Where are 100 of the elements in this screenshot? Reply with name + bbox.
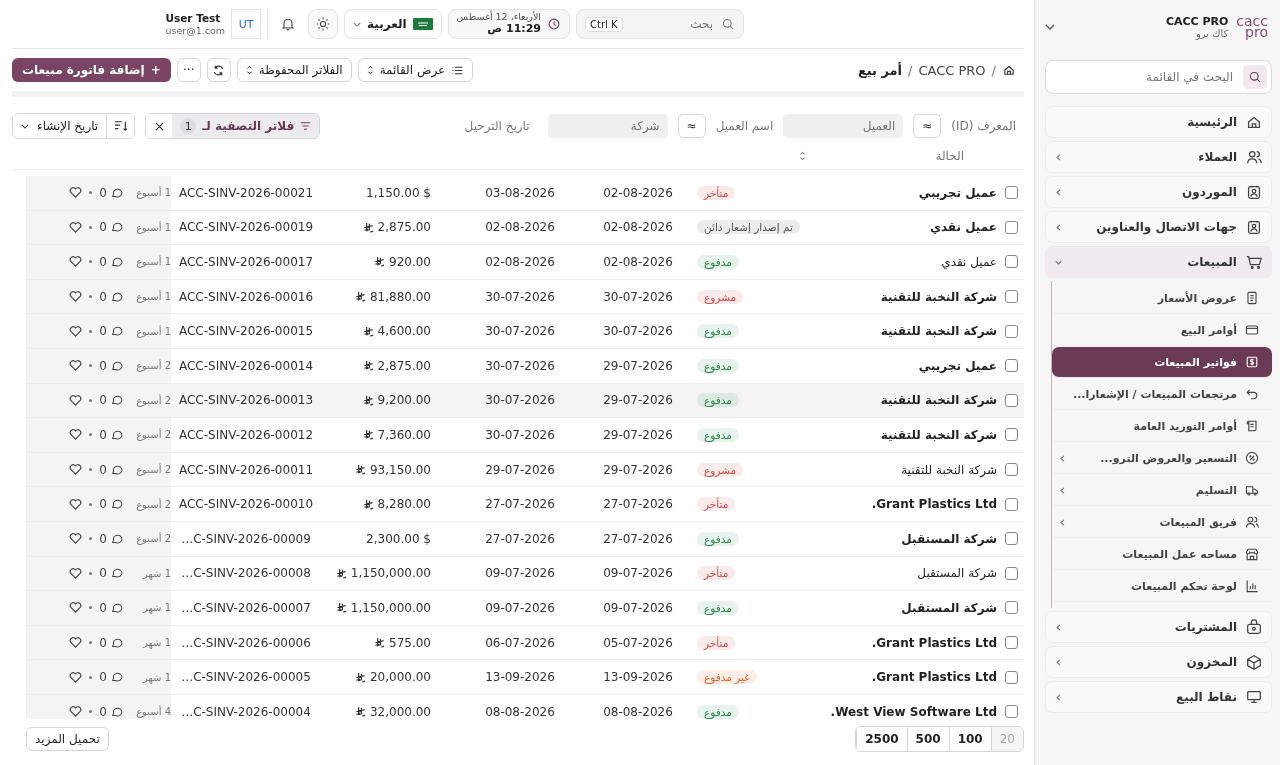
language-selector[interactable]: العربية	[344, 9, 442, 39]
invoice-id-cell[interactable]: ACC-SINV-2026-00012	[171, 427, 321, 442]
row-checkbox[interactable]	[1005, 393, 1018, 407]
invoice-id-cell[interactable]: C-SINV-2026-00006…	[171, 635, 321, 650]
sort-arrows-icon[interactable]	[798, 151, 806, 161]
sidebar-item[interactable]: المبيعات	[1045, 246, 1272, 278]
submenu-item[interactable]: أوامر التوريد العامة	[1052, 411, 1272, 442]
row-checkbox[interactable]	[1005, 463, 1018, 477]
invoice-id-cell[interactable]: ACC-SINV-2026-00014	[171, 358, 321, 373]
heart-icon[interactable]	[69, 186, 83, 200]
sidebar-item[interactable]: نقاط البيع	[1045, 681, 1272, 713]
heart-icon[interactable]	[69, 601, 83, 615]
more-button[interactable]: ···	[176, 58, 201, 82]
customer-filter-field[interactable]: العميل	[783, 114, 904, 138]
sidebar-item[interactable]: الرئيسية	[1045, 106, 1272, 138]
operator-button[interactable]: ≈	[677, 114, 706, 138]
company-filter-field[interactable]: شركة	[547, 114, 668, 138]
customer-name: Grant Plastics Ltd.	[870, 670, 997, 685]
saved-filters-button[interactable]: الفلاتر المحفوظة	[236, 58, 352, 82]
submenu-item[interactable]: مساحه عمل المبيعات	[1052, 539, 1272, 570]
invoice-id-cell[interactable]: ACC-SINV-2026-00017	[171, 255, 321, 269]
sidebar-item[interactable]: المشتريات	[1045, 611, 1272, 643]
invoice-id-cell[interactable]: ACC-SINV-2026-00011	[171, 462, 321, 477]
row-checkbox[interactable]	[1005, 636, 1018, 649]
box-icon	[1245, 653, 1263, 671]
bell-icon[interactable]	[280, 16, 296, 32]
heart-icon[interactable]	[69, 705, 83, 719]
heart-icon[interactable]	[69, 670, 83, 684]
invoice-id-cell[interactable]: C-SINV-2026-00007…	[171, 600, 321, 615]
comment-icon	[111, 705, 123, 718]
row-checkbox[interactable]	[1005, 566, 1018, 580]
invoice-id-cell[interactable]: ACC-SINV-2026-00021	[171, 185, 321, 200]
invoice-id-cell[interactable]: C-SINV-2026-00004…	[171, 704, 321, 719]
age-cell: 1 شهر	[142, 602, 171, 614]
submenu-item[interactable]: فواتير المبيعات	[1052, 347, 1272, 378]
row-checkbox[interactable]	[1005, 255, 1018, 269]
row-checkbox[interactable]	[1005, 186, 1018, 200]
date-cell-text: 27-07-2026	[484, 531, 556, 546]
submenu-item[interactable]: أوامر البيع	[1052, 315, 1272, 346]
heart-icon[interactable]	[69, 359, 83, 373]
submenu-item[interactable]: عروض الأسعار	[1052, 283, 1272, 314]
submenu-item[interactable]: التسليم	[1052, 475, 1272, 506]
user-avatar[interactable]: UT	[231, 9, 261, 39]
heart-icon[interactable]	[69, 428, 83, 442]
date-cell-text: 30-07-2026	[484, 289, 556, 304]
invoice-id-cell[interactable]: ACC-SINV-2026-00015	[171, 324, 321, 339]
search-input[interactable]: بحث	[628, 11, 715, 37]
menu-search-input[interactable]: البحث في القائمة	[1050, 62, 1235, 92]
invoice-id-cell[interactable]: ACC-SINV-2026-00013	[171, 393, 321, 408]
row-checkbox[interactable]	[1005, 359, 1018, 373]
invoice-id-cell[interactable]: ACC-SINV-2026-00016	[171, 289, 321, 304]
sidebar-item[interactable]: جهات الاتصال والعناوين	[1045, 211, 1272, 243]
theme-toggle-button[interactable]	[308, 9, 338, 39]
status-badge: مدفوع	[697, 358, 739, 373]
breadcrumb-item[interactable]: CACC PRO	[918, 62, 986, 78]
submenu-item[interactable]: فريق المبيعات	[1052, 507, 1272, 538]
row-checkbox[interactable]	[1005, 532, 1018, 546]
operator-button[interactable]: ≈	[913, 114, 942, 138]
row-checkbox[interactable]	[1005, 428, 1018, 442]
submenu-item[interactable]: التسعير والعروض الترو...	[1052, 443, 1272, 474]
status-badge: مشروع	[697, 462, 744, 477]
add-sales-invoice-button[interactable]: + إضافة فاتورة مبيعات	[12, 58, 171, 82]
invoice-id-cell[interactable]: C-SINV-2026-00008…	[171, 566, 321, 581]
sidebar-item[interactable]: العملاء	[1045, 141, 1272, 173]
submenu-item[interactable]: لوحة تحكم المبيعات	[1052, 571, 1272, 602]
sidebar-item[interactable]: الموردون	[1045, 176, 1272, 208]
row-checkbox[interactable]	[1005, 670, 1018, 684]
heart-icon[interactable]	[69, 290, 83, 304]
heart-icon[interactable]	[69, 532, 83, 546]
invoice-id-cell[interactable]: ACC-SINV-2026-00019	[171, 220, 321, 235]
heart-icon[interactable]	[69, 636, 83, 649]
invoice-id-cell[interactable]: C-SINV-2026-00005…	[171, 670, 321, 685]
invoice-id-cell[interactable]: C-SINV-2026-00009…	[171, 531, 321, 546]
heart-icon[interactable]	[69, 220, 83, 234]
submenu-item[interactable]: مرتجعات المبيعات / الإشعارا...	[1052, 379, 1272, 410]
row-checkbox[interactable]	[1005, 220, 1018, 234]
chevron-down-icon	[353, 21, 361, 27]
list-view-button[interactable]: عرض القائمة	[357, 58, 474, 82]
heart-icon[interactable]	[69, 324, 83, 338]
chevron-down-icon[interactable]	[1045, 24, 1055, 30]
heart-icon[interactable]	[69, 566, 83, 580]
status-badge: مدفوع	[697, 255, 739, 269]
home-icon[interactable]	[1002, 63, 1016, 77]
load-more-button[interactable]: تحميل المزيد	[26, 727, 109, 751]
heart-icon[interactable]	[69, 463, 83, 477]
date-cell-text: 09-07-2026	[602, 600, 674, 615]
sidebar-item[interactable]: المخزون	[1045, 646, 1272, 678]
heart-icon[interactable]	[69, 497, 83, 511]
heart-icon[interactable]	[69, 393, 83, 407]
sort-arrows-icon	[366, 65, 374, 75]
invoice-id-cell[interactable]: ACC-SINV-2026-00010	[171, 497, 321, 512]
heart-icon[interactable]	[69, 255, 83, 269]
row-checkbox[interactable]	[1005, 601, 1018, 615]
refresh-button[interactable]	[206, 58, 231, 82]
row-checkbox[interactable]	[1005, 497, 1018, 511]
row-checkbox[interactable]	[1005, 324, 1018, 338]
row-checkbox[interactable]	[1005, 290, 1018, 304]
age-cell: 2 أسبوع	[136, 464, 171, 476]
menu-search-field[interactable]: البحث في القائمة	[1045, 60, 1272, 94]
row-checkbox[interactable]	[1005, 705, 1018, 719]
